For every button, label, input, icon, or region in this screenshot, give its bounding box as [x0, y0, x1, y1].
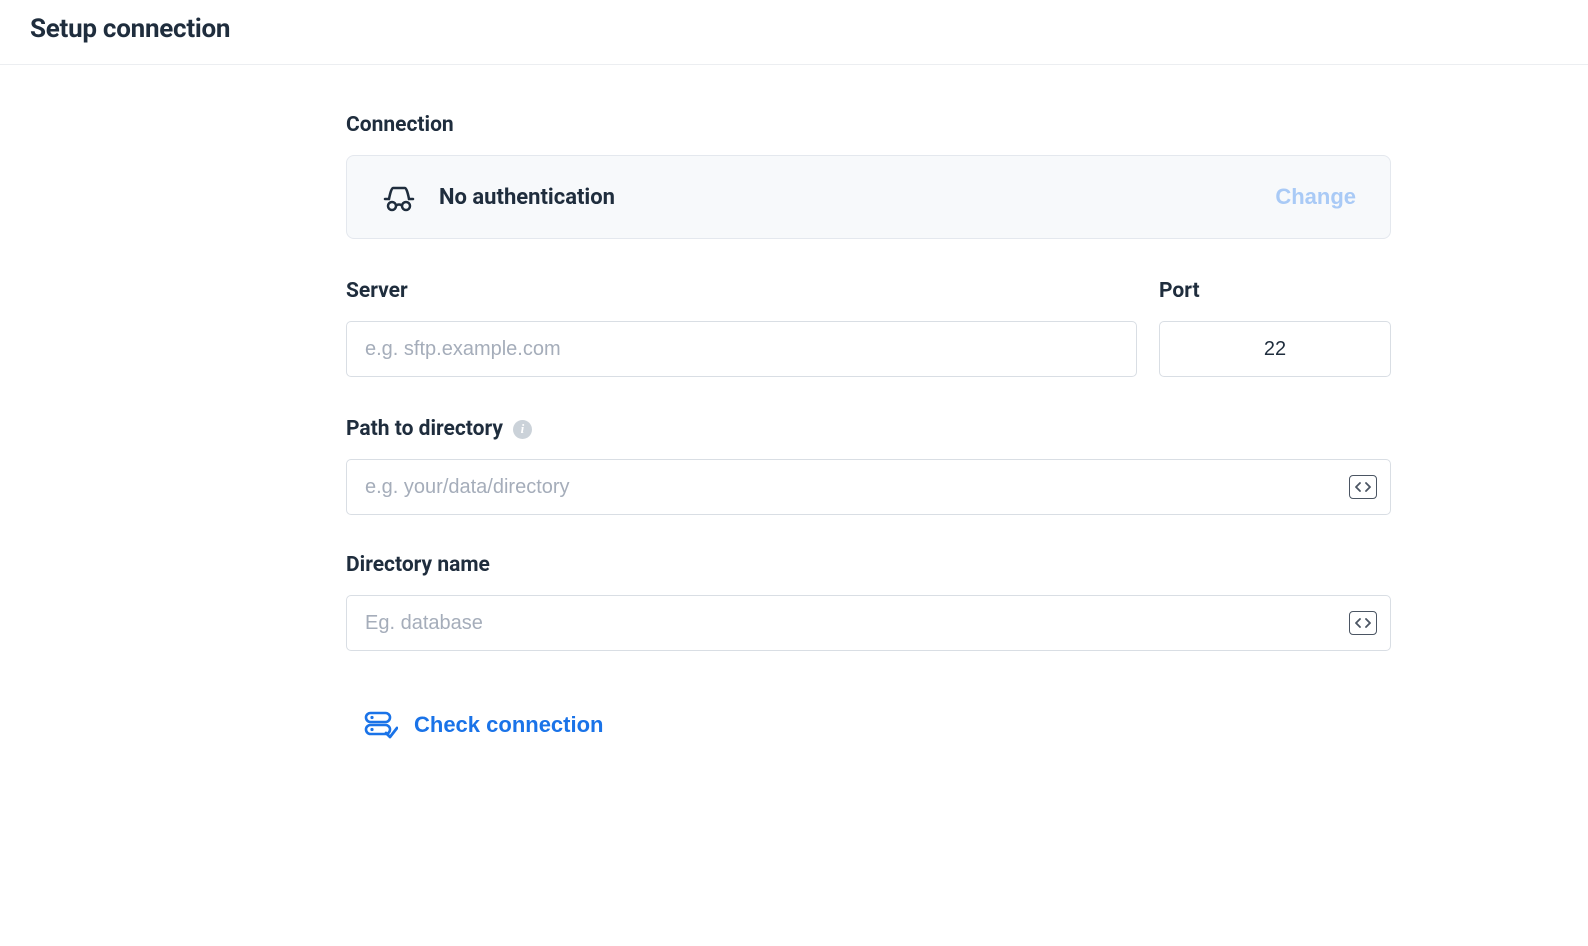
path-code-icon-button[interactable] — [1349, 475, 1377, 499]
info-icon[interactable]: i — [513, 420, 532, 439]
check-connection-button[interactable]: Check connection — [364, 711, 603, 739]
directory-name-input[interactable] — [346, 595, 1391, 651]
path-input-wrapper — [346, 459, 1391, 515]
server-field-group: Server — [346, 279, 1137, 377]
server-check-icon — [364, 711, 398, 739]
auth-status-label: No authentication — [439, 185, 615, 210]
change-button[interactable]: Change — [1275, 184, 1356, 210]
path-field-group: Path to directory i — [346, 417, 1391, 515]
check-connection-label: Check connection — [414, 712, 603, 738]
form-wrapper: Connection No authentication Change — [346, 65, 1391, 739]
directory-code-icon-button[interactable] — [1349, 611, 1377, 635]
code-icon — [1355, 617, 1371, 629]
port-label: Port — [1159, 279, 1391, 303]
incognito-icon — [381, 182, 417, 212]
path-input[interactable] — [346, 459, 1391, 515]
directory-name-input-wrapper — [346, 595, 1391, 651]
server-port-row: Server Port — [346, 279, 1391, 377]
connection-label: Connection — [346, 113, 1391, 137]
port-field-group: Port — [1159, 279, 1391, 377]
port-input[interactable] — [1159, 321, 1391, 377]
path-label: Path to directory i — [346, 417, 1391, 441]
auth-card: No authentication Change — [346, 155, 1391, 239]
connection-section: Connection No authentication Change — [346, 113, 1391, 239]
code-icon — [1355, 481, 1371, 493]
path-label-text: Path to directory — [346, 417, 503, 441]
directory-name-field-group: Directory name — [346, 553, 1391, 651]
page-title: Setup connection — [30, 14, 1558, 44]
server-input[interactable] — [346, 321, 1137, 377]
directory-name-label: Directory name — [346, 553, 1391, 577]
server-label: Server — [346, 279, 1137, 303]
check-connection-row: Check connection — [346, 711, 1391, 739]
page-header: Setup connection — [0, 0, 1588, 65]
auth-card-left: No authentication — [381, 182, 615, 212]
